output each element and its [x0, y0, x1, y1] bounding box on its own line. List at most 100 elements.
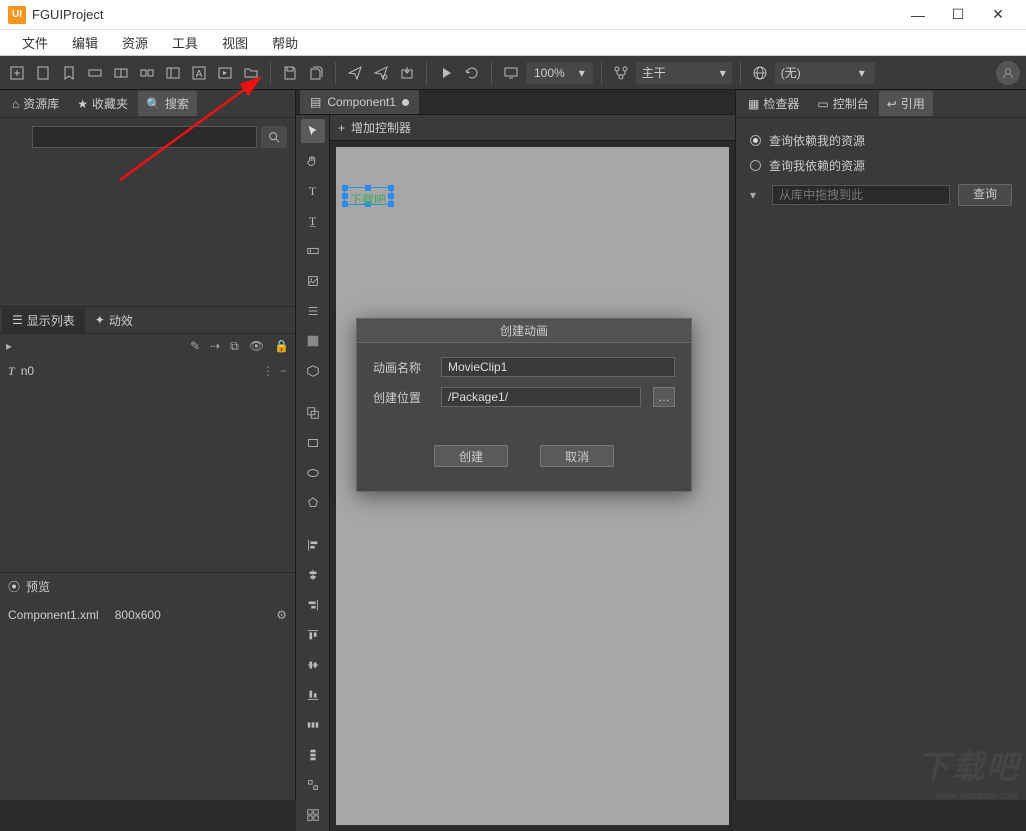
- tab-effects[interactable]: ✦动效: [85, 308, 143, 333]
- radio-depends-on-me[interactable]: 查询依赖我的资源: [750, 128, 1012, 153]
- animation-name-input[interactable]: [441, 357, 675, 377]
- grid-icon[interactable]: [301, 803, 325, 827]
- main-toolbar: A 100% ▾ 主干 ▾ (无) ▾: [0, 56, 1026, 90]
- input-tool-icon[interactable]: [301, 239, 325, 263]
- chevron-down-icon[interactable]: ▾: [750, 188, 764, 202]
- tab-reference[interactable]: ↩引用: [879, 91, 933, 116]
- folder-icon[interactable]: [240, 62, 262, 84]
- distribute-h-icon[interactable]: [301, 713, 325, 737]
- movie-icon[interactable]: [214, 62, 236, 84]
- group-tool-icon[interactable]: [301, 401, 325, 425]
- reference-icon: ↩: [887, 97, 897, 111]
- menu-resource[interactable]: 资源: [110, 33, 160, 52]
- copy-icon[interactable]: ⧉: [230, 339, 239, 354]
- menu-view[interactable]: 视图: [210, 33, 260, 52]
- create-button[interactable]: 创建: [434, 445, 508, 467]
- panel1-icon[interactable]: [84, 62, 106, 84]
- hand-tool-icon[interactable]: [301, 149, 325, 173]
- new-doc-icon[interactable]: [6, 62, 28, 84]
- align-right-icon[interactable]: [301, 593, 325, 617]
- align-bottom-icon[interactable]: [301, 683, 325, 707]
- chevron-down-icon: ▾: [579, 66, 585, 80]
- refresh-icon[interactable]: [461, 62, 483, 84]
- font-icon[interactable]: A: [188, 62, 210, 84]
- menu-tool[interactable]: 工具: [160, 33, 210, 52]
- distribute-v-icon[interactable]: [301, 743, 325, 767]
- resource-tree[interactable]: [0, 156, 295, 306]
- search-icon: 🔍: [146, 97, 161, 111]
- language-value: (无): [781, 64, 851, 81]
- tab-console[interactable]: ▭控制台: [809, 91, 876, 116]
- path-label: 创建位置: [373, 389, 429, 406]
- language-selector[interactable]: (无) ▾: [775, 62, 875, 84]
- canvas-text-element[interactable]: 下载吧: [346, 189, 390, 210]
- create-path-input[interactable]: [441, 387, 641, 407]
- save-all-icon[interactable]: [305, 62, 327, 84]
- preview-area: [0, 630, 295, 800]
- send-icon[interactable]: [344, 62, 366, 84]
- drag-target-input[interactable]: 从库中拖拽到此: [772, 185, 950, 205]
- chevron-right-icon[interactable]: ▸: [6, 339, 12, 353]
- send2-icon[interactable]: [370, 62, 392, 84]
- menu-edit[interactable]: 编辑: [60, 33, 110, 52]
- radio-i-depend-on[interactable]: 查询我依赖的资源: [750, 153, 1012, 178]
- bookmark-icon[interactable]: [58, 62, 80, 84]
- tab-search[interactable]: 🔍搜索: [138, 91, 197, 116]
- ellipse-tool-icon[interactable]: [301, 461, 325, 485]
- branch-selector[interactable]: 主干 ▾: [636, 62, 732, 84]
- menu-help[interactable]: 帮助: [260, 33, 310, 52]
- doc-icon[interactable]: [32, 62, 54, 84]
- query-button[interactable]: 查询: [958, 184, 1012, 206]
- vertical-toolbar: T T̲: [296, 115, 330, 831]
- lock-icon[interactable]: 🔒: [274, 339, 289, 353]
- branch-icon[interactable]: [610, 62, 632, 84]
- tab-display-list[interactable]: ☰显示列表: [2, 308, 85, 333]
- align-center-icon[interactable]: [301, 563, 325, 587]
- zoom-selector[interactable]: 100% ▾: [526, 62, 593, 84]
- panel3-icon[interactable]: [136, 62, 158, 84]
- user-avatar[interactable]: [996, 61, 1020, 85]
- edit-icon[interactable]: ✎: [190, 339, 200, 353]
- eye-icon[interactable]: 👁: [249, 339, 264, 353]
- document-tab[interactable]: ▤ Component1: [300, 90, 419, 114]
- export-icon[interactable]: [396, 62, 418, 84]
- menu-file[interactable]: 文件: [10, 33, 60, 52]
- rect-tool-icon[interactable]: [301, 431, 325, 455]
- maximize-button[interactable]: ☐: [938, 1, 978, 29]
- loader3d-tool-icon[interactable]: [301, 359, 325, 383]
- close-button[interactable]: ✕: [978, 1, 1018, 29]
- window-title: FGUIProject: [32, 7, 898, 22]
- polygon-tool-icon[interactable]: [301, 491, 325, 515]
- tab-favorites[interactable]: ★收藏夹: [69, 91, 136, 116]
- graph-tool-icon[interactable]: [301, 269, 325, 293]
- star-icon: ★: [77, 97, 88, 111]
- list-tool-icon[interactable]: [301, 299, 325, 323]
- save-icon[interactable]: [279, 62, 301, 84]
- add-controller-button[interactable]: 增加控制器: [351, 119, 411, 136]
- browse-button[interactable]: …: [653, 387, 675, 407]
- loader-tool-icon[interactable]: [301, 329, 325, 353]
- link-icon[interactable]: ⇢: [210, 339, 220, 353]
- tab-library[interactable]: ⌂资源库: [4, 91, 67, 116]
- tab-inspector[interactable]: ▦检查器: [740, 91, 807, 116]
- richtext-tool-icon[interactable]: T̲: [301, 209, 325, 233]
- display-icon[interactable]: [500, 62, 522, 84]
- search-input[interactable]: [32, 126, 257, 148]
- gear-icon[interactable]: ⚙: [276, 608, 287, 622]
- same-width-icon[interactable]: [301, 773, 325, 797]
- list-item[interactable]: T n0 ⋮−: [0, 358, 295, 384]
- pointer-tool-icon[interactable]: [301, 119, 325, 143]
- left-panel: ⌂资源库 ★收藏夹 🔍搜索 ☰显示列表 ✦动效 ▸ ✎ ⇢ ⧉ 👁 🔒 T n0…: [0, 90, 296, 800]
- cancel-button[interactable]: 取消: [540, 445, 614, 467]
- panel4-icon[interactable]: [162, 62, 184, 84]
- align-middle-icon[interactable]: [301, 653, 325, 677]
- globe-icon[interactable]: [749, 62, 771, 84]
- panel2-icon[interactable]: [110, 62, 132, 84]
- app-logo: UI: [8, 6, 26, 24]
- text-tool-icon[interactable]: T: [301, 179, 325, 203]
- align-top-icon[interactable]: [301, 623, 325, 647]
- play-icon[interactable]: [435, 62, 457, 84]
- align-left-icon[interactable]: [301, 533, 325, 557]
- search-button[interactable]: [261, 126, 287, 148]
- minimize-button[interactable]: —: [898, 1, 938, 29]
